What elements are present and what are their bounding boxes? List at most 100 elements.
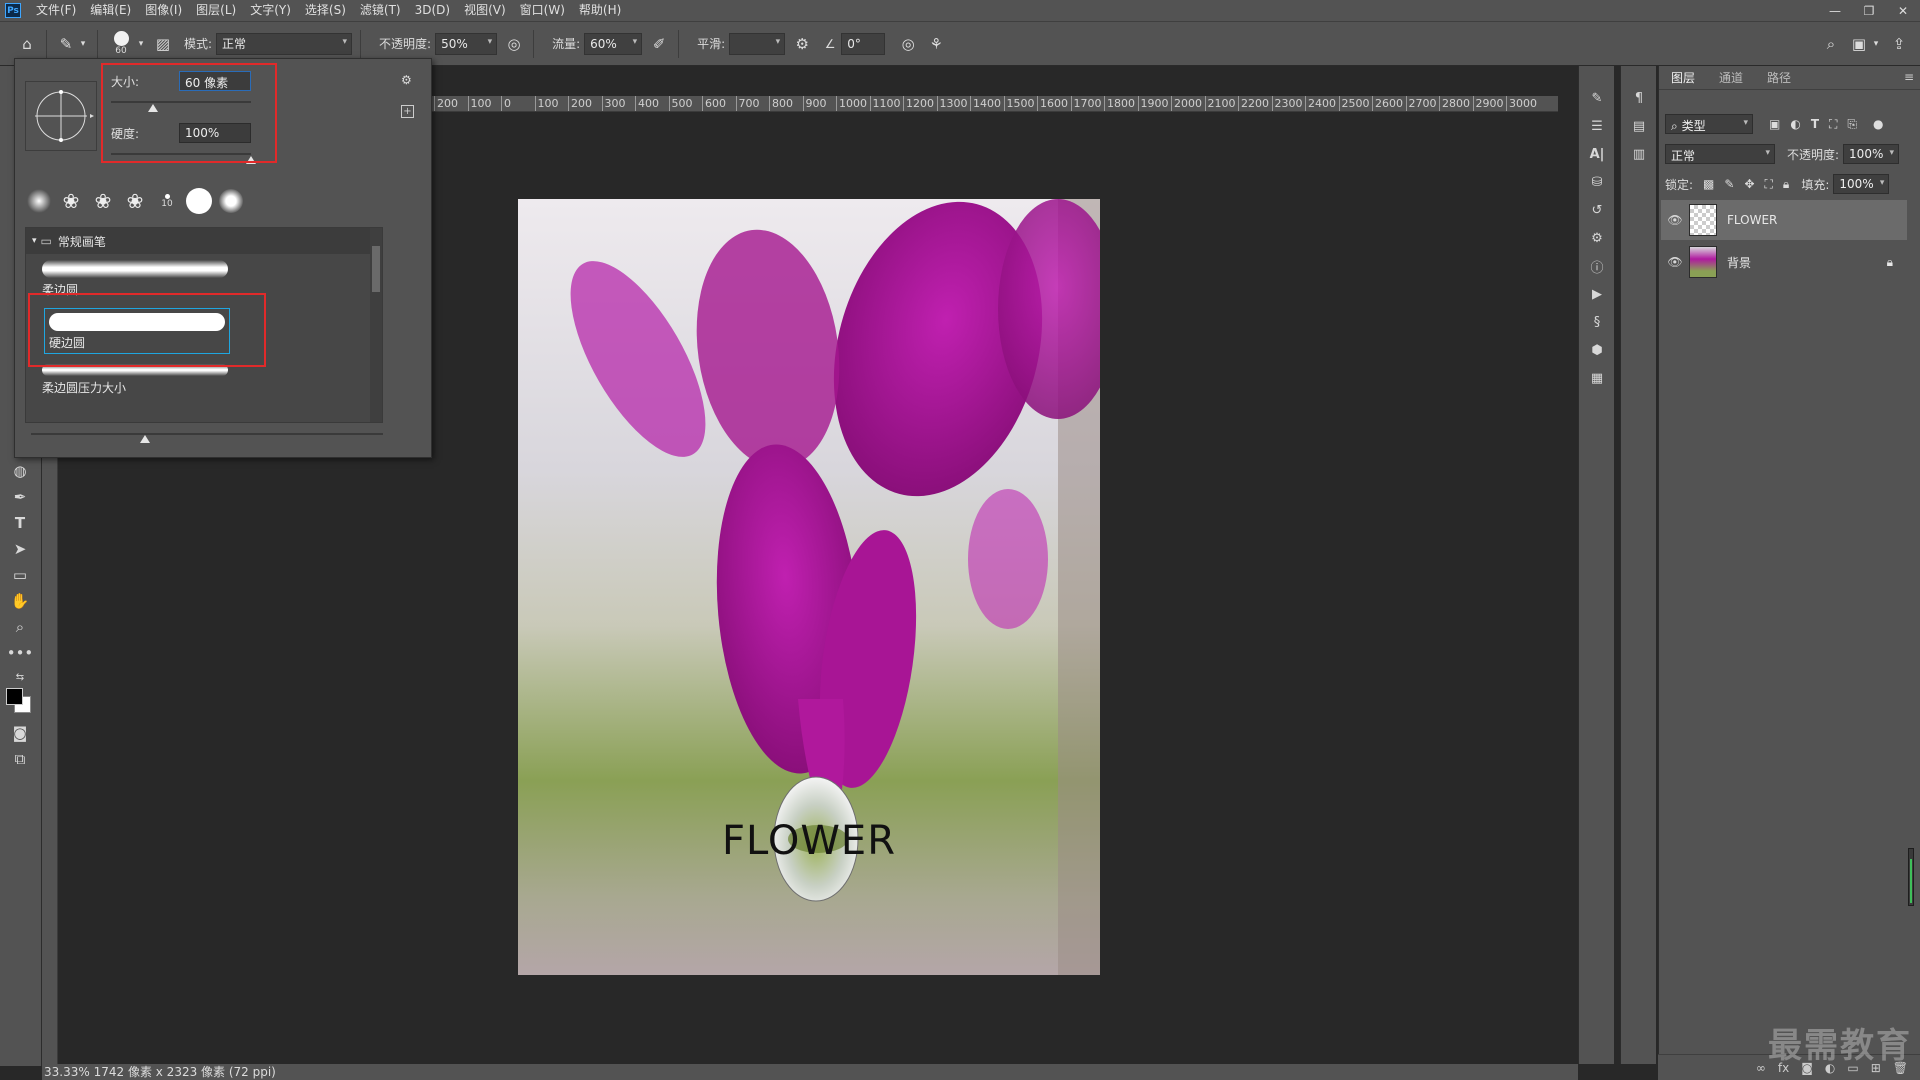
lock-artboard-icon[interactable]: ⛶	[1765, 177, 1773, 192]
filter-pixel-icon[interactable]: ▣	[1769, 117, 1780, 131]
layer-row-background[interactable]: 👁︎ 背景 🔒︎	[1661, 242, 1907, 282]
menu-edit[interactable]: 编辑(E)	[83, 0, 138, 21]
eye-icon[interactable]: 👁︎	[1661, 213, 1689, 227]
leaf-brush-preset[interactable]: ❀	[57, 187, 85, 215]
layer-filter-select[interactable]: ⌕ 类型 ▾	[1665, 114, 1753, 134]
filter-smart-object-icon[interactable]: ⎘	[1847, 117, 1857, 132]
swap-colors-icon[interactable]: ⇆	[8, 666, 32, 688]
type-tool-icon[interactable]: T	[8, 512, 32, 534]
tab-layers[interactable]: 图层	[1659, 67, 1708, 89]
history-icon[interactable]: ↺	[1587, 200, 1607, 220]
panel-menu-icon[interactable]: ≡	[1904, 70, 1914, 84]
menu-type[interactable]: 文字(Y)	[243, 0, 298, 21]
path-selection-icon[interactable]: ➤	[8, 538, 32, 560]
document-info[interactable]: 1742 像素 x 2323 像素 (72 ppi)	[94, 1065, 276, 1079]
mode-select[interactable]: 正常 ▾	[216, 32, 353, 55]
flow-field[interactable]: 60% ▾	[584, 32, 643, 55]
hand-tool-icon[interactable]: ✋	[8, 590, 32, 612]
workspace-icon[interactable]: ▣	[1848, 33, 1870, 55]
leaf-brush-preset[interactable]: ❀	[89, 187, 117, 215]
restore-icon[interactable]: ❐	[1852, 0, 1886, 21]
layer-opacity-field[interactable]: 100% ▾	[1843, 144, 1900, 164]
menu-filter[interactable]: 滤镜(T)	[353, 0, 408, 21]
scrollbar-thumb[interactable]	[372, 246, 380, 292]
rectangle-tool-icon[interactable]: ▭	[8, 564, 32, 586]
soft-round-preset[interactable]	[217, 187, 245, 215]
filter-shape-icon[interactable]: ⛶	[1829, 117, 1837, 132]
menu-file[interactable]: 文件(F)	[29, 0, 83, 21]
3d-icon[interactable]: ⬢	[1587, 340, 1607, 360]
lock-icon[interactable]: 🔒︎	[1887, 255, 1893, 270]
brush-list-scrollbar[interactable]	[370, 228, 382, 422]
menu-help[interactable]: 帮助(H)	[572, 0, 628, 21]
adjustments-icon[interactable]: ☰	[1587, 116, 1607, 136]
airbrush-icon[interactable]: ✐	[648, 33, 670, 55]
brush-preset-picker[interactable]: 60	[106, 26, 136, 62]
lock-transparency-icon[interactable]: ▩	[1703, 177, 1714, 191]
screen-mode-icon[interactable]: ⧉	[8, 748, 32, 770]
hard-round-preset[interactable]	[185, 187, 213, 215]
gear-icon[interactable]: ⚙	[401, 73, 412, 87]
notes-icon[interactable]: ▥	[1629, 144, 1649, 164]
info-icon[interactable]: ⓘ	[1587, 256, 1607, 276]
new-preset-icon[interactable]: +	[401, 105, 414, 118]
foreground-color-swatch[interactable]	[6, 688, 23, 705]
tab-channels[interactable]: 通道	[1707, 67, 1755, 89]
zoom-level[interactable]: 33.33%	[44, 1065, 90, 1079]
pressure-opacity-icon[interactable]: ◎	[503, 33, 525, 55]
brush-settings-panel-icon[interactable]: ▨	[152, 33, 174, 55]
table-icon[interactable]: ▦	[1587, 368, 1607, 388]
soft-round-preset[interactable]	[25, 187, 53, 215]
leaf-brush-preset[interactable]: ❀	[121, 187, 149, 215]
smoothing-field[interactable]: ▾	[729, 32, 786, 55]
home-icon[interactable]: ⌂	[16, 33, 38, 55]
menu-view[interactable]: 视图(V)	[457, 0, 513, 21]
glyphs-icon[interactable]: §	[1587, 312, 1607, 332]
brush-group-row[interactable]: ▾ ▭ 常规画笔	[26, 228, 372, 254]
close-icon[interactable]: ✕	[1886, 0, 1920, 21]
gear-icon[interactable]: ⚙	[791, 33, 813, 55]
flower-text-layer[interactable]: FLOWER	[518, 818, 1100, 864]
opacity-field[interactable]: 50% ▾	[435, 32, 498, 55]
lock-pixels-icon[interactable]: ✎	[1724, 177, 1734, 191]
lock-position-icon[interactable]: ✥	[1744, 177, 1754, 191]
properties-icon[interactable]: ⚙	[1587, 228, 1607, 248]
paragraph-icon[interactable]: ¶	[1629, 88, 1649, 108]
angle-field[interactable]: 0°	[841, 32, 886, 55]
brush-tool-icon[interactable]: ✎	[55, 33, 77, 55]
menu-3d[interactable]: 3D(D)	[408, 0, 457, 21]
character-icon[interactable]: A|	[1587, 144, 1607, 164]
clone-source-icon[interactable]: ⛁	[1587, 172, 1607, 192]
document-image[interactable]: FLOWER	[518, 199, 1100, 975]
actions-play-icon[interactable]: ▶	[1587, 284, 1607, 304]
link-layers-icon[interactable]: ∞	[1756, 1061, 1766, 1075]
lock-all-icon[interactable]: 🔒︎	[1783, 177, 1789, 192]
menu-window[interactable]: 窗口(W)	[513, 0, 572, 21]
pen-tool-icon[interactable]: ✒	[8, 486, 32, 508]
menu-layer[interactable]: 图层(L)	[189, 0, 243, 21]
chevron-down-icon[interactable]: ▾	[1870, 33, 1882, 55]
sponge-tool-icon[interactable]: ◍	[8, 460, 32, 482]
chevron-down-icon[interactable]: ▾	[136, 33, 146, 55]
chevron-down-icon[interactable]: ▾	[77, 33, 89, 55]
blend-mode-select[interactable]: 正常 ▾	[1665, 144, 1775, 164]
menu-select[interactable]: 选择(S)	[298, 0, 353, 21]
filter-type-icon[interactable]: T	[1811, 117, 1819, 131]
brush-item-soft-round-pressure[interactable]: 柔边圆压力大小	[42, 364, 228, 396]
layer-row-flower[interactable]: 👁︎ FLOWER	[1661, 200, 1907, 240]
search-icon[interactable]: ⌕	[1820, 33, 1842, 55]
filter-toggle-icon[interactable]: ●	[1873, 117, 1883, 131]
libraries-icon[interactable]: ▤	[1629, 116, 1649, 136]
brush-settings-icon[interactable]: ✎	[1587, 88, 1607, 108]
zoom-tool-icon[interactable]: ⌕	[8, 616, 32, 638]
brush-tip-preview[interactable]	[25, 81, 97, 151]
filter-adjustment-icon[interactable]: ◐	[1790, 117, 1800, 131]
share-icon[interactable]: ⇪	[1888, 33, 1910, 55]
small-round-preset[interactable]: 10	[153, 187, 181, 215]
quick-mask-icon[interactable]: ◙	[8, 722, 32, 744]
pressure-size-icon[interactable]: ◎	[897, 33, 919, 55]
menu-image[interactable]: 图像(I)	[138, 0, 189, 21]
fill-field[interactable]: 100% ▾	[1833, 174, 1890, 194]
minimize-icon[interactable]: —	[1818, 0, 1852, 21]
symmetry-icon[interactable]: ⚘	[925, 33, 947, 55]
